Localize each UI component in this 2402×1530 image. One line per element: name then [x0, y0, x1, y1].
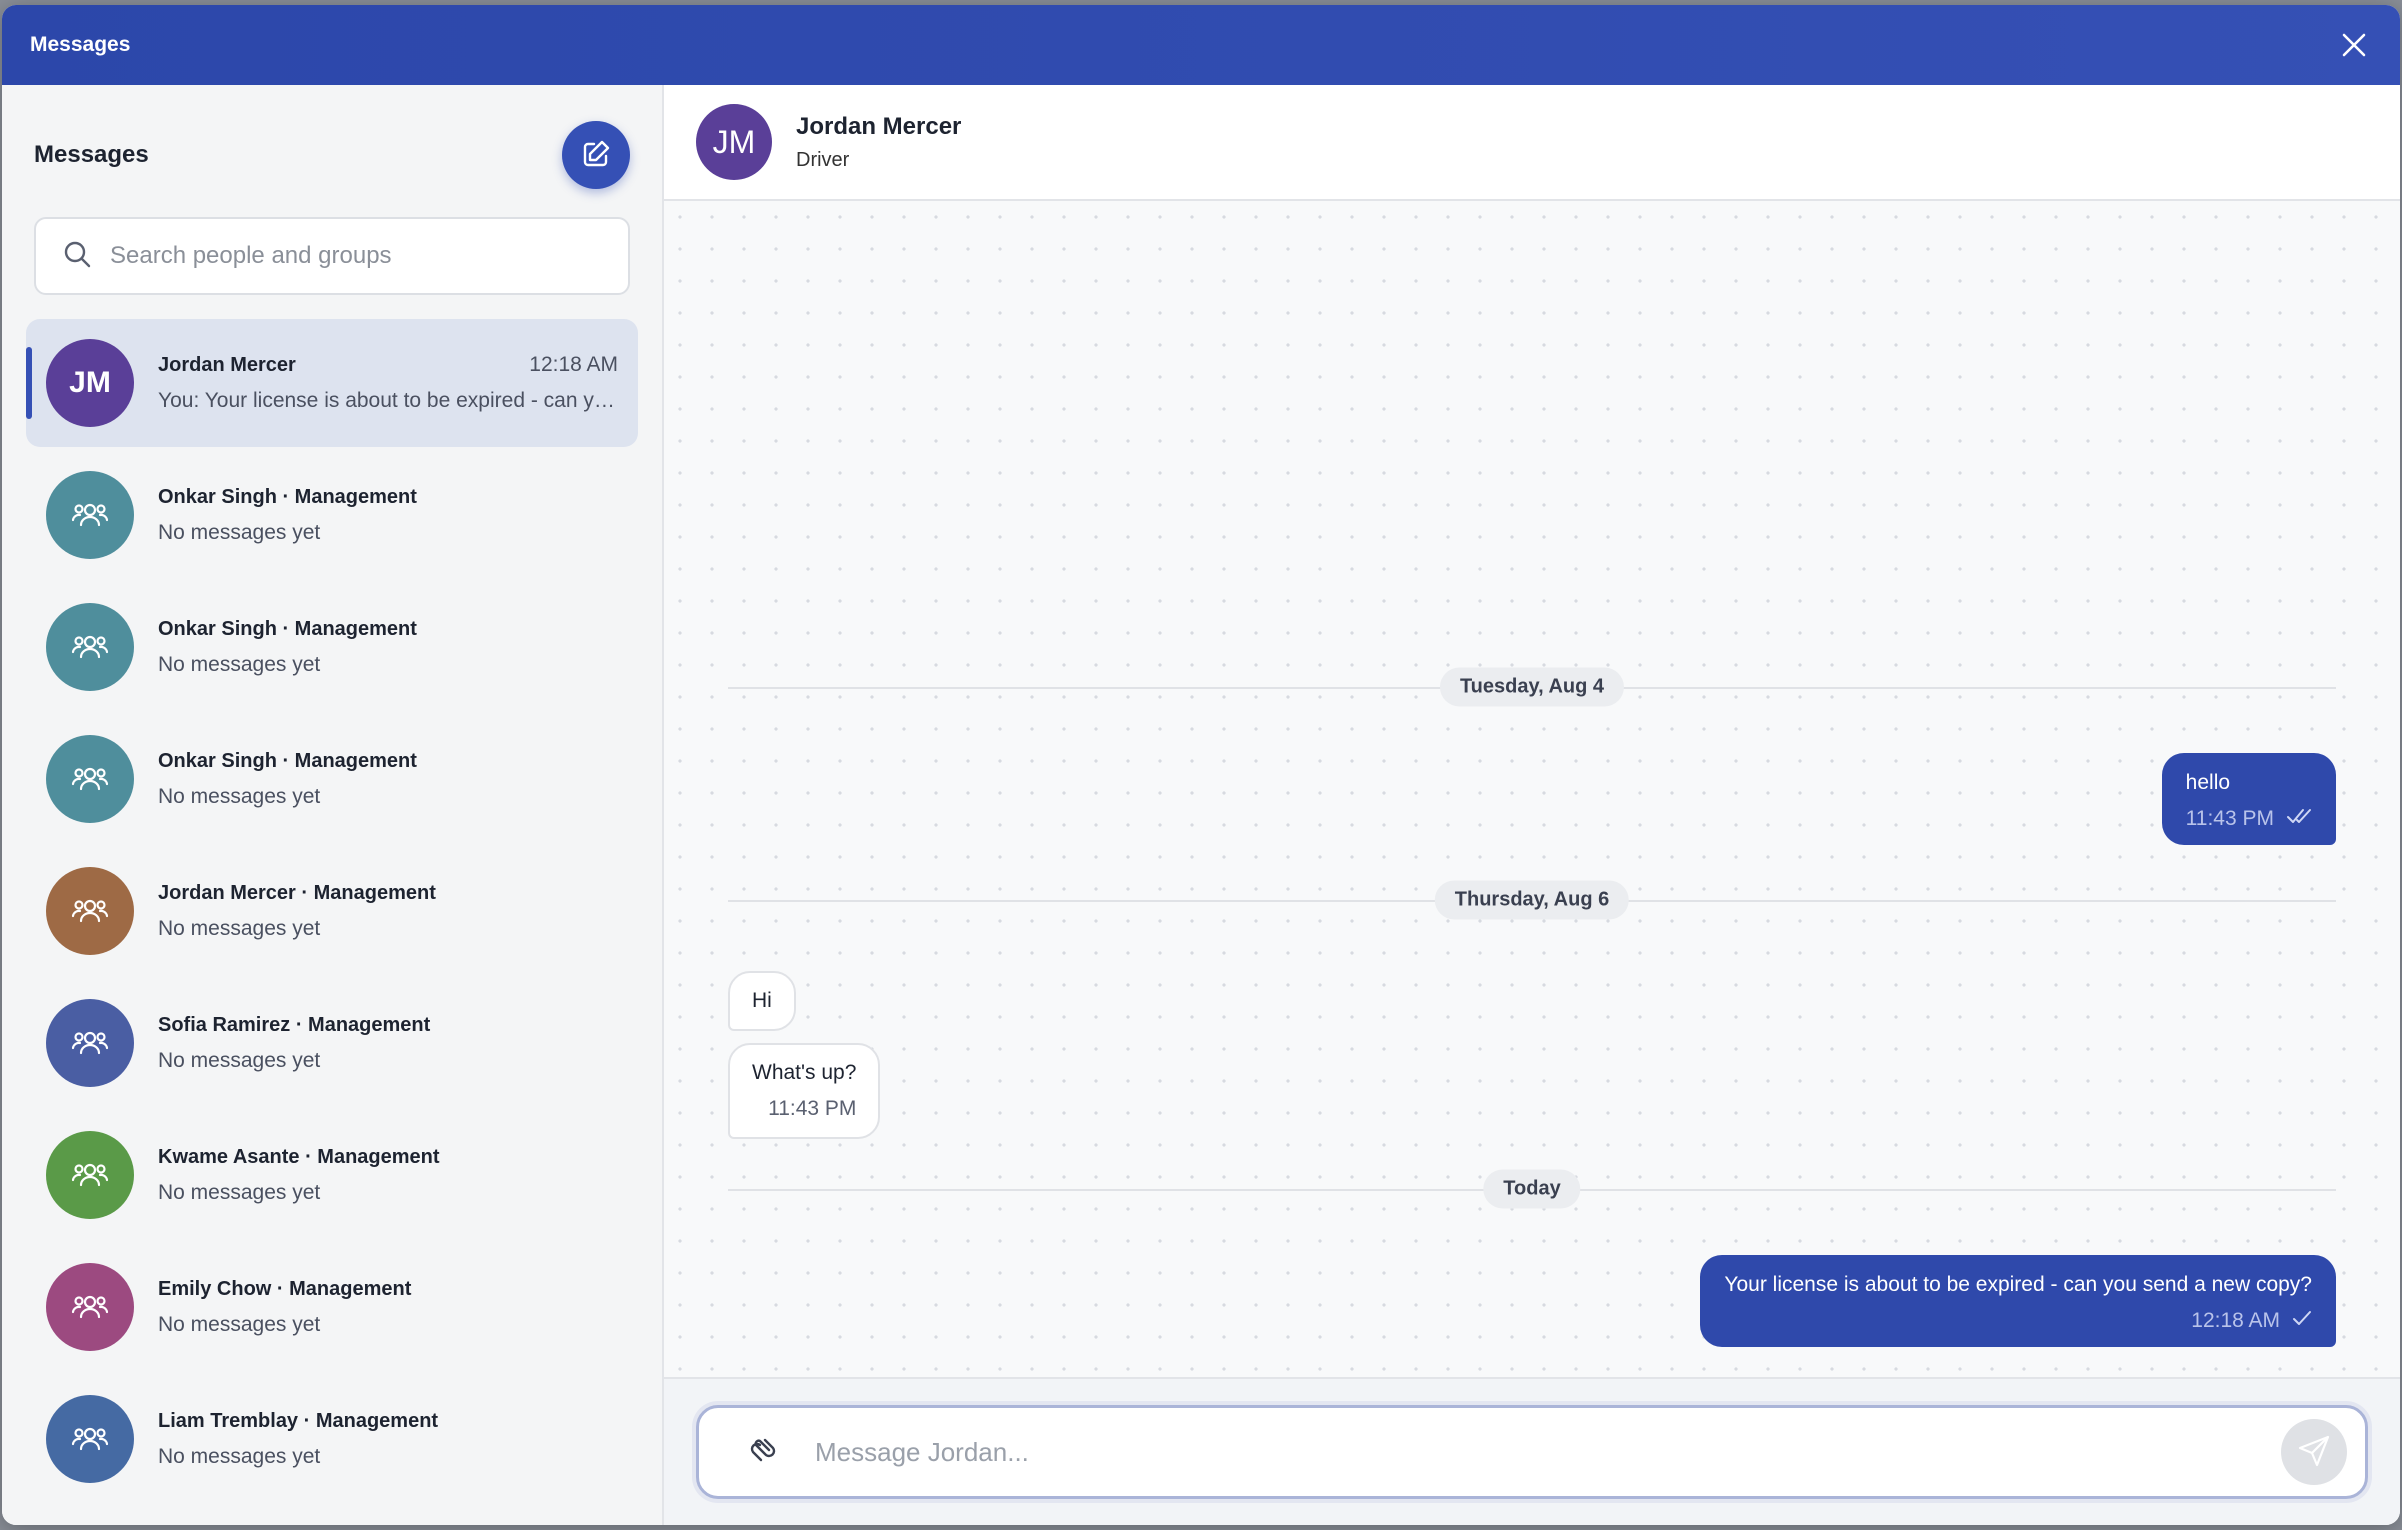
conversation-sidebar: Messages JMJordan Mercer12:18 AMYou: [2, 85, 664, 1525]
composer-box [696, 1405, 2368, 1499]
conversation-preview: No messages yet [158, 652, 321, 676]
chat-panel: JM Jordan Mercer Driver Tuesday, Aug 4 h… [664, 85, 2400, 1525]
contact-name: Jordan Mercer [796, 112, 962, 140]
group-icon [46, 603, 134, 691]
chat-header: JM Jordan Mercer Driver [664, 85, 2400, 201]
message-time: 11:43 PM [768, 1097, 857, 1120]
message-text: Hi [752, 989, 772, 1012]
group-icon [46, 1263, 134, 1351]
conversation-name: Onkar Singh · Management [158, 749, 417, 772]
conversation-preview: No messages yet [158, 1312, 321, 1336]
date-divider: Tuesday, Aug 4 [1439, 667, 1625, 707]
group-icon [46, 735, 134, 823]
conversation-item[interactable]: Onkar Singh · Management No messages yet [26, 715, 638, 843]
contact-role: Driver [796, 148, 850, 171]
avatar: JM [46, 339, 134, 427]
message-text: What's up? [752, 1061, 857, 1084]
conversation-item[interactable]: Kwame Asante · Management No messages yet [26, 1111, 638, 1239]
conversation-preview: No messages yet [158, 520, 321, 544]
group-icon [46, 867, 134, 955]
conversation-time: 12:18 AM [529, 353, 618, 376]
conversation-item[interactable]: Onkar Singh · Management No messages yet [26, 583, 638, 711]
conversation-list: JM Jordan Mercer 12:18 AM You: Your license… [2, 319, 662, 1503]
conversation-item[interactable]: Sofia Ramirez · Management No messages ye… [26, 979, 638, 1107]
conversation-preview: No messages yet [158, 1048, 321, 1072]
message-text: Your license is about to be expired - ca… [1724, 1273, 2312, 1296]
search-input[interactable] [110, 242, 602, 270]
window-title: Messages [30, 33, 131, 56]
message-time: 12:18 AM [2191, 1309, 2280, 1332]
message-thread[interactable]: Tuesday, Aug 4 hello 11:43 PM Thursday, … [664, 201, 2400, 1377]
paperclip-icon[interactable] [743, 1430, 783, 1475]
message-text: hello [2185, 771, 2231, 794]
sidebar-title: Messages [34, 141, 149, 168]
send-icon [2297, 1434, 2331, 1471]
check-icon [2292, 1309, 2312, 1333]
edit-icon [580, 138, 612, 173]
search-icon [62, 239, 92, 274]
conversation-name: Sofia Ramirez · Management [158, 1013, 431, 1036]
window-titlebar: Messages [2, 5, 2400, 85]
conversation-preview: You: Your license is about to be expired… [158, 389, 618, 412]
message-composer [664, 1377, 2400, 1525]
conversation-name: Jordan Mercer [158, 354, 296, 376]
message-time: 11:43 PM [2185, 807, 2274, 830]
message-bubble-incoming[interactable]: What's up? 11:43 PM [728, 1043, 881, 1139]
conversation-preview: No messages yet [158, 1180, 321, 1204]
date-divider: Today [1483, 1169, 1581, 1209]
conversation-name: Onkar Singh · Management [158, 617, 417, 640]
message-input[interactable] [815, 1436, 2281, 1468]
new-message-button[interactable] [562, 121, 630, 189]
conversation-item[interactable]: Emily Chow · Management No messages yet [26, 1243, 638, 1371]
conversation-preview: No messages yet [158, 784, 321, 808]
group-icon [46, 1131, 134, 1219]
group-icon [46, 471, 134, 559]
group-icon [46, 999, 134, 1087]
conversation-item[interactable]: JM Jordan Mercer 12:18 AM You: Your license… [26, 319, 638, 447]
close-icon[interactable] [2336, 27, 2372, 63]
conversation-preview: No messages yet [158, 1444, 321, 1468]
conversation-item[interactable]: Jordan Mercer · Management No messages ye… [26, 847, 638, 975]
double-check-icon [2286, 807, 2312, 831]
group-icon [46, 1395, 134, 1483]
conversation-name: Emily Chow · Management [158, 1277, 412, 1300]
date-divider: Thursday, Aug 6 [1434, 880, 1630, 920]
messages-window: Messages Messages Search people and grou… [2, 5, 2400, 1525]
send-button[interactable] [2281, 1419, 2347, 1485]
conversation-preview: No messages yet [158, 916, 321, 940]
message-bubble-incoming[interactable]: Hi [728, 971, 796, 1031]
message-bubble-outgoing[interactable]: Your license is about to be expired - ca… [1700, 1255, 2336, 1347]
search-box [34, 217, 630, 295]
conversation-name: Kwame Asante · Management [158, 1145, 440, 1168]
message-bubble-outgoing[interactable]: hello 11:43 PM [2161, 753, 2336, 845]
conversation-item[interactable]: Onkar Singh · Management No messages yet [26, 451, 638, 579]
conversation-item[interactable]: Liam Tremblay · Management No messages ye… [26, 1375, 638, 1503]
conversation-name: Jordan Mercer · Management [158, 881, 436, 904]
conversation-name: Liam Tremblay · Management [158, 1409, 439, 1432]
conversation-name: Onkar Singh · Management [158, 485, 417, 508]
avatar: JM [696, 104, 772, 180]
